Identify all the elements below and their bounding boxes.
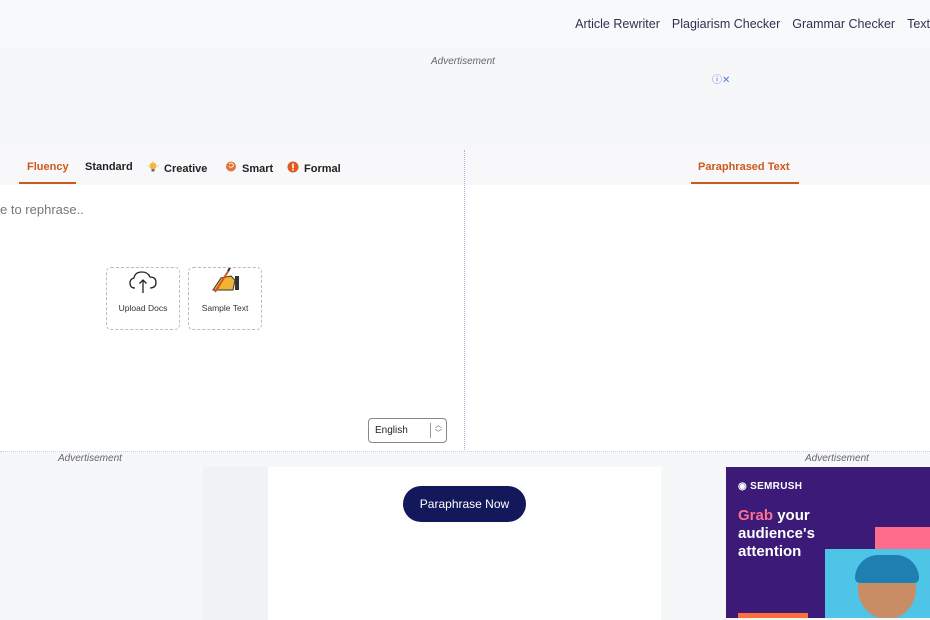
alert-icon [287,161,299,176]
headline-highlight: Grab [738,507,774,524]
tab-fluency-label: Fluency [27,161,69,173]
headline-part-3: attention [738,543,802,560]
semrush-headline: Grab your audience's attention [738,507,815,561]
nav-link-grammar-checker[interactable]: Grammar Checker [792,17,895,31]
nav-link-article-rewriter[interactable]: Article Rewriter [575,17,660,31]
lightbulb-icon [147,161,159,176]
editor-divider [464,150,466,450]
sample-text-button[interactable]: Sample Text [188,267,262,330]
sample-text-label: Sample Text [201,303,249,313]
tab-formal-label: Formal [304,162,341,175]
semrush-brand: ◉ SEMRUSH [738,481,802,492]
tab-smart-label: Smart [242,162,274,175]
tab-standard[interactable]: Standard [85,161,133,173]
headline-part-2: audience's [738,525,815,542]
tab-standard-label: Standard [85,161,133,173]
ad-info-close-icon[interactable]: ⓘ✕ [712,71,730,86]
input-placeholder[interactable]: e to rephrase.. [0,202,84,217]
language-select[interactable]: English ︿ ﹀ [368,418,447,443]
language-selected-value: English [375,425,408,436]
ad-decor-orange-bar [738,613,808,618]
ad-label-right: Advertisement [805,453,869,464]
ad-label-left: Advertisement [58,453,122,464]
select-separator [430,423,431,438]
tab-paraphrased-text-label: Paraphrased Text [698,161,790,173]
ad-label-top: Advertisement [431,56,495,67]
nav-link-plagiarism-checker[interactable]: Plagiarism Checker [672,17,780,31]
paraphrase-now-button[interactable]: Paraphrase Now [403,486,526,522]
brain-icon [225,161,237,176]
cloud-upload-icon [128,270,158,299]
semrush-brand-label: SEMRUSH [750,481,803,492]
ad-person-headscarf [855,555,919,583]
tab-paraphrased-underline [691,182,799,184]
top-nav: Article Rewriter Plagiarism Checker Gram… [0,0,930,48]
tab-fluency-underline [19,182,76,184]
semrush-ad-banner[interactable]: ◉ SEMRUSH Grab your audience's attention [726,467,930,618]
nav-link-text[interactable]: Text [907,17,930,31]
headline-part-1: your [777,507,810,524]
chevron-up-down-icon: ︿ ﹀ [435,422,442,437]
tab-fluency[interactable]: Fluency [27,161,69,173]
tab-smart[interactable]: Smart [225,161,273,176]
upload-docs-label: Upload Docs [118,303,168,313]
upload-docs-button[interactable]: Upload Docs [106,267,180,330]
tab-creative[interactable]: Creative [147,161,207,176]
tab-creative-label: Creative [164,162,208,175]
tab-formal[interactable]: Formal [287,161,341,176]
tab-paraphrased-text[interactable]: Paraphrased Text [698,161,790,173]
semrush-logo-icon: ◉ [738,481,751,492]
hand-writing-icon [209,267,241,299]
